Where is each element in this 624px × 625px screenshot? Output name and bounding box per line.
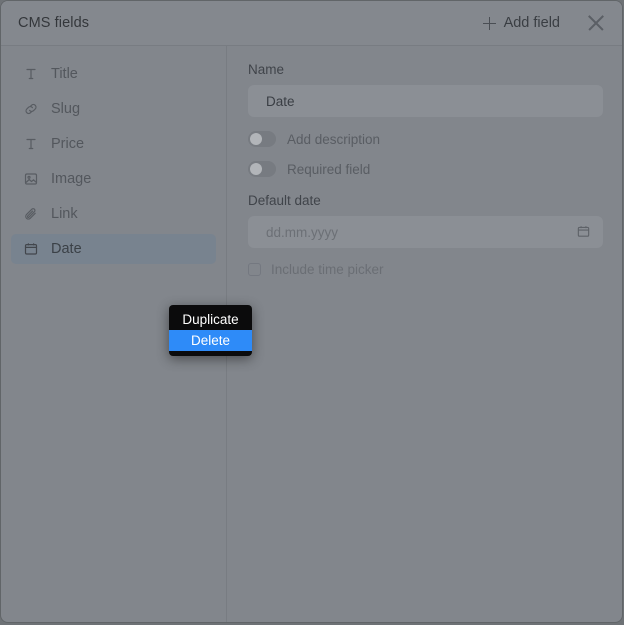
context-menu: Duplicate Delete [169,305,252,356]
image-icon [23,171,39,187]
required-field-toggle-row[interactable]: Required field [248,161,600,177]
cms-fields-dialog: CMS fields Add field Title Slug Price Im… [1,1,622,622]
plus-icon [482,16,496,30]
sidebar-item-price[interactable]: Price [11,129,216,159]
sidebar-item-label: Image [51,171,92,187]
add-description-toggle[interactable] [248,131,276,147]
default-date-field [248,216,603,248]
include-time-picker-label: Include time picker [271,262,384,277]
include-time-picker-row[interactable]: Include time picker [248,262,600,277]
sidebar-item-label: Title [51,66,78,82]
paperclip-icon [23,206,39,222]
sidebar-item-date[interactable]: Date [11,234,216,264]
add-field-button[interactable]: Add field [482,15,560,31]
sidebar-item-label: Date [51,241,82,257]
link-chain-icon [23,101,39,117]
calendar-icon [23,241,39,257]
name-label: Name [248,62,285,77]
default-date-label: Default date [248,193,321,208]
dialog-header: CMS fields Add field [1,1,622,46]
add-description-toggle-row[interactable]: Add description [248,131,600,147]
required-field-label: Required field [287,161,371,177]
name-input[interactable] [248,85,603,117]
menu-item-delete[interactable]: Delete [169,330,252,351]
page-title: CMS fields [18,15,90,31]
dialog-body: Title Slug Price Image Link Date Name Da… [1,46,622,622]
sidebar-item-label: Link [51,206,78,222]
add-field-label: Add field [503,15,560,31]
required-field-toggle[interactable] [248,161,276,177]
sidebar-item-label: Price [51,136,85,152]
sidebar-item-link[interactable]: Link [11,199,216,229]
field-settings-panel: Name Add description Required field Defa… [228,46,622,622]
sidebar-item-image[interactable]: Image [11,164,216,194]
sidebar-item-slug[interactable]: Slug [11,94,216,124]
include-time-picker-checkbox[interactable] [248,263,261,276]
sidebar-item-title[interactable]: Title [11,59,216,89]
sidebar-item-label: Slug [51,101,81,117]
text-icon [23,66,39,82]
text-icon [23,136,39,152]
default-date-input[interactable] [248,216,603,248]
menu-item-duplicate[interactable]: Duplicate [169,309,252,330]
close-icon[interactable] [587,14,605,32]
add-description-label: Add description [287,131,381,147]
